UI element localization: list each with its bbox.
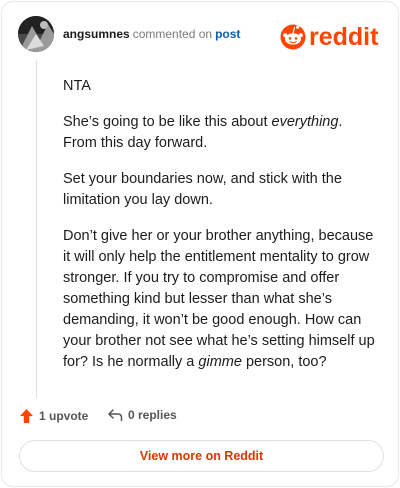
comment-paragraph: Don’t give her or your brother anything,… — [63, 226, 375, 373]
comment-body: NTA She’s going to be like this about eve… — [63, 76, 375, 388]
reply-arrow-icon[interactable] — [107, 408, 123, 422]
comment-meta: angsumnes commented on post — [63, 27, 240, 41]
username[interactable]: angsumnes — [63, 27, 130, 41]
comment-header: angsumnes commented on post reddit — [18, 16, 384, 54]
reddit-wordmark: reddit — [309, 23, 379, 51]
reply-count: 0 replies — [128, 408, 177, 422]
comment-text: NTA — [63, 78, 91, 94]
upvote-button[interactable]: 1 upvote — [19, 408, 88, 424]
avatar[interactable] — [18, 16, 54, 52]
upvote-arrow-icon[interactable] — [19, 408, 34, 424]
comment-paragraph: She’s going to be like this about everyt… — [63, 112, 375, 154]
comment-text: She’s going to be like this about — [63, 114, 272, 130]
upvote-count: 1 upvote — [39, 409, 89, 423]
comment-paragraph: NTA — [63, 76, 375, 97]
reddit-comment-embed: angsumnes commented on post reddit NTA She’… — [1, 1, 399, 487]
comment-paragraph: Set your boundaries now, and stick with … — [63, 169, 375, 211]
comment-text: Set your boundaries now, and stick with … — [63, 171, 342, 208]
reddit-logo[interactable]: reddit — [280, 21, 386, 51]
view-more-on-reddit-button[interactable]: View more on Reddit — [19, 440, 384, 472]
emphasis-text: gimme — [198, 354, 242, 370]
comment-text: Don’t give her or your brother anything,… — [63, 228, 375, 370]
comment-text: person, too? — [241, 354, 327, 370]
post-link[interactable]: post — [215, 27, 240, 41]
emphasis-text: everything — [271, 114, 339, 130]
reply-button[interactable]: 0 replies — [107, 408, 177, 422]
commented-on-text: commented on — [132, 27, 213, 41]
thread-line — [36, 60, 37, 398]
